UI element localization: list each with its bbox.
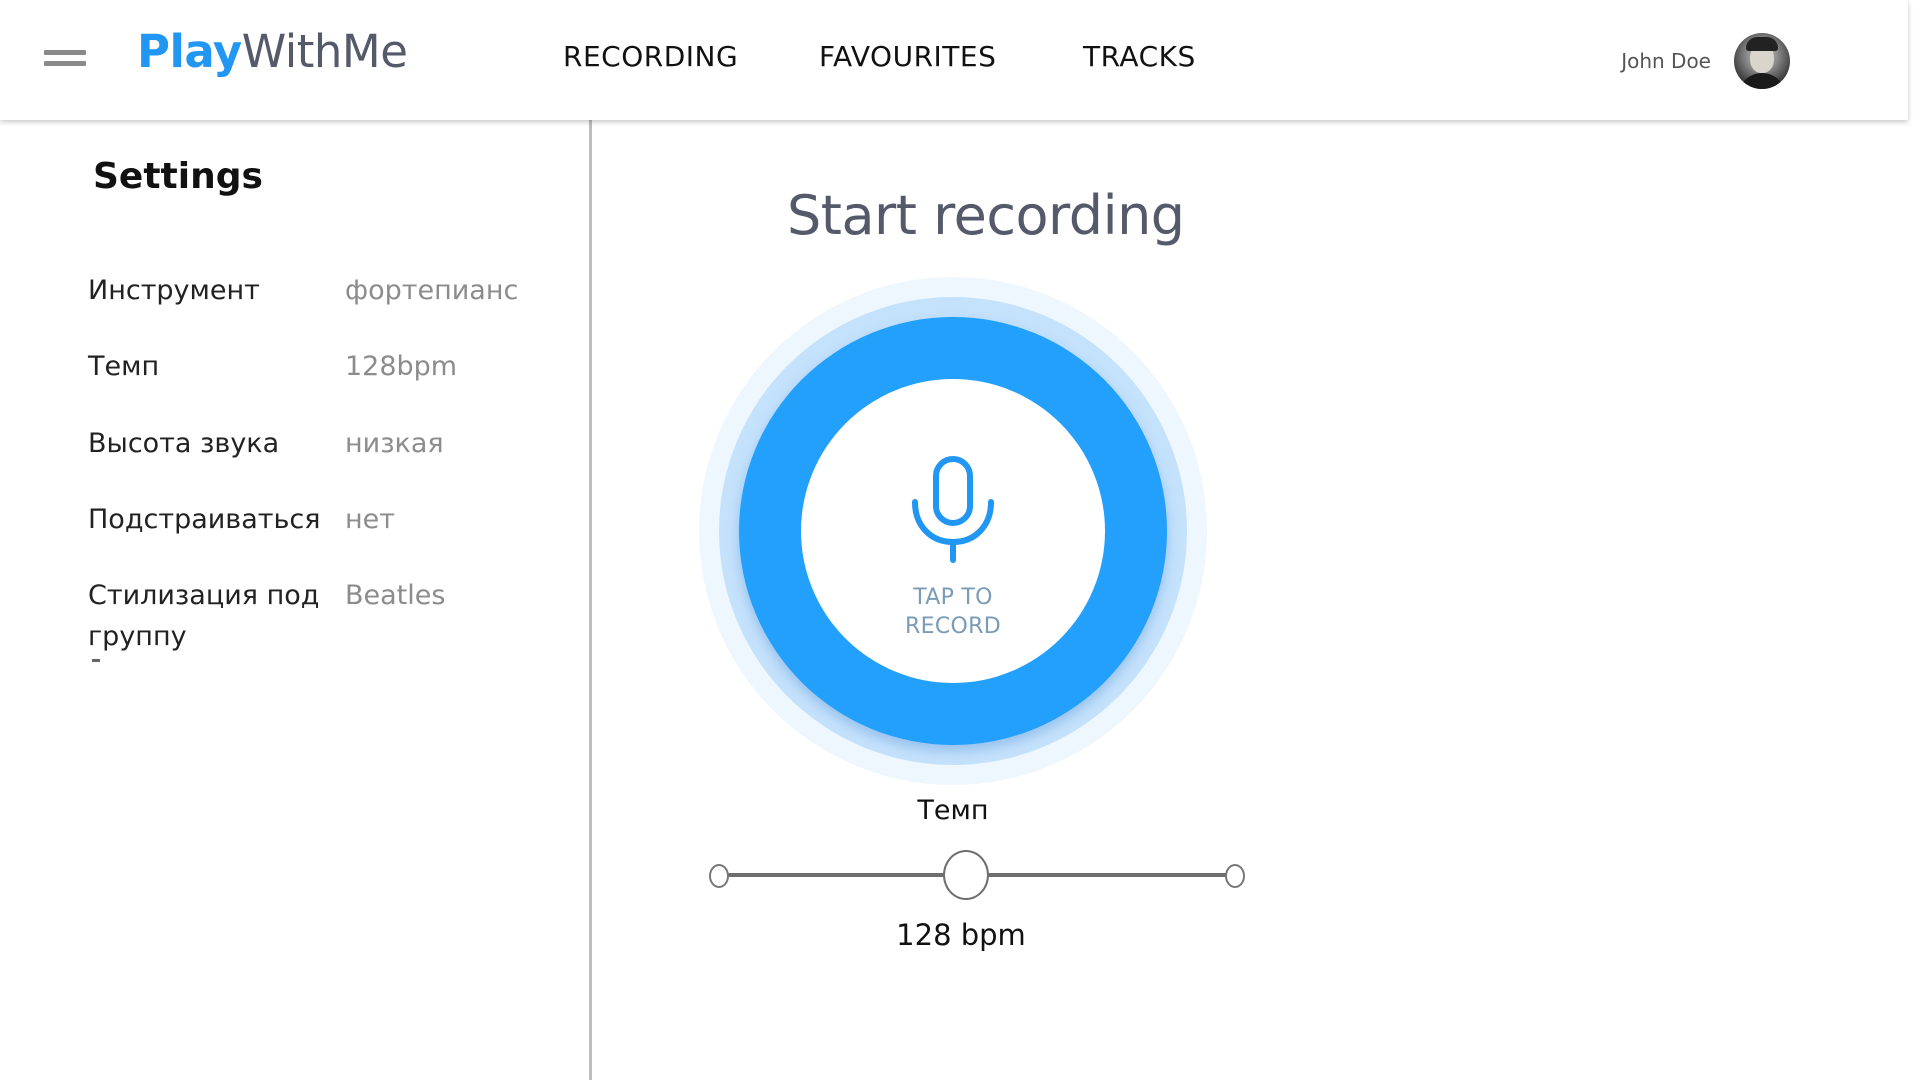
clipped-text-fragment xyxy=(92,659,100,662)
tempo-slider-label: Темп xyxy=(917,795,989,826)
tempo-value: 128 bpm xyxy=(896,918,1026,952)
menu-icon-line xyxy=(44,61,86,66)
setting-value[interactable]: низкая xyxy=(345,423,444,464)
nav-recording[interactable]: RECORDING xyxy=(563,40,738,73)
nav-tracks[interactable]: TRACKS xyxy=(1083,40,1196,73)
page-title: Start recording xyxy=(787,184,1185,247)
setting-value[interactable]: нет xyxy=(345,499,395,540)
avatar-body-shape xyxy=(1738,73,1786,89)
setting-label: Инструмент xyxy=(88,275,260,306)
setting-value[interactable]: 128bpm xyxy=(345,346,457,387)
avatar-hair-shape xyxy=(1746,37,1778,51)
top-app-bar: PlayWithMe RECORDING FAVOURITES TRACKS J… xyxy=(0,0,1908,120)
settings-sidebar: Settings Инструмент фортепианс Темп 128b… xyxy=(0,120,592,1080)
menu-icon-line xyxy=(44,50,86,55)
menu-icon[interactable] xyxy=(44,50,86,70)
setting-label: Высота звука xyxy=(88,428,280,459)
sidebar-title: Settings xyxy=(93,156,263,197)
setting-label: Темп xyxy=(88,351,160,382)
setting-value[interactable]: Beatles xyxy=(345,575,445,616)
record-button-area: TAP TO RECORD xyxy=(699,277,1207,785)
setting-label: Подстраиваться xyxy=(88,504,321,535)
slider-thumb[interactable] xyxy=(943,850,989,900)
tempo-slider[interactable] xyxy=(700,850,1250,900)
tap-label-line: TAP TO xyxy=(913,585,993,610)
user-name[interactable]: John Doe xyxy=(1621,49,1711,73)
slider-min-marker xyxy=(709,864,729,888)
app-logo[interactable]: PlayWithMe xyxy=(137,22,408,82)
logo-play-text: Play xyxy=(137,25,242,78)
tap-label-line: RECORD xyxy=(905,614,1001,639)
tap-to-record-label: TAP TO RECORD xyxy=(853,583,1053,641)
nav-favourites[interactable]: FAVOURITES xyxy=(819,40,996,73)
logo-withme-text: WithMe xyxy=(241,25,408,78)
slider-max-marker xyxy=(1225,864,1245,888)
setting-label: Стилизация под группу xyxy=(88,580,320,652)
user-avatar[interactable] xyxy=(1734,33,1790,89)
microphone-icon xyxy=(912,456,994,563)
setting-value[interactable]: фортепианс xyxy=(345,270,518,311)
